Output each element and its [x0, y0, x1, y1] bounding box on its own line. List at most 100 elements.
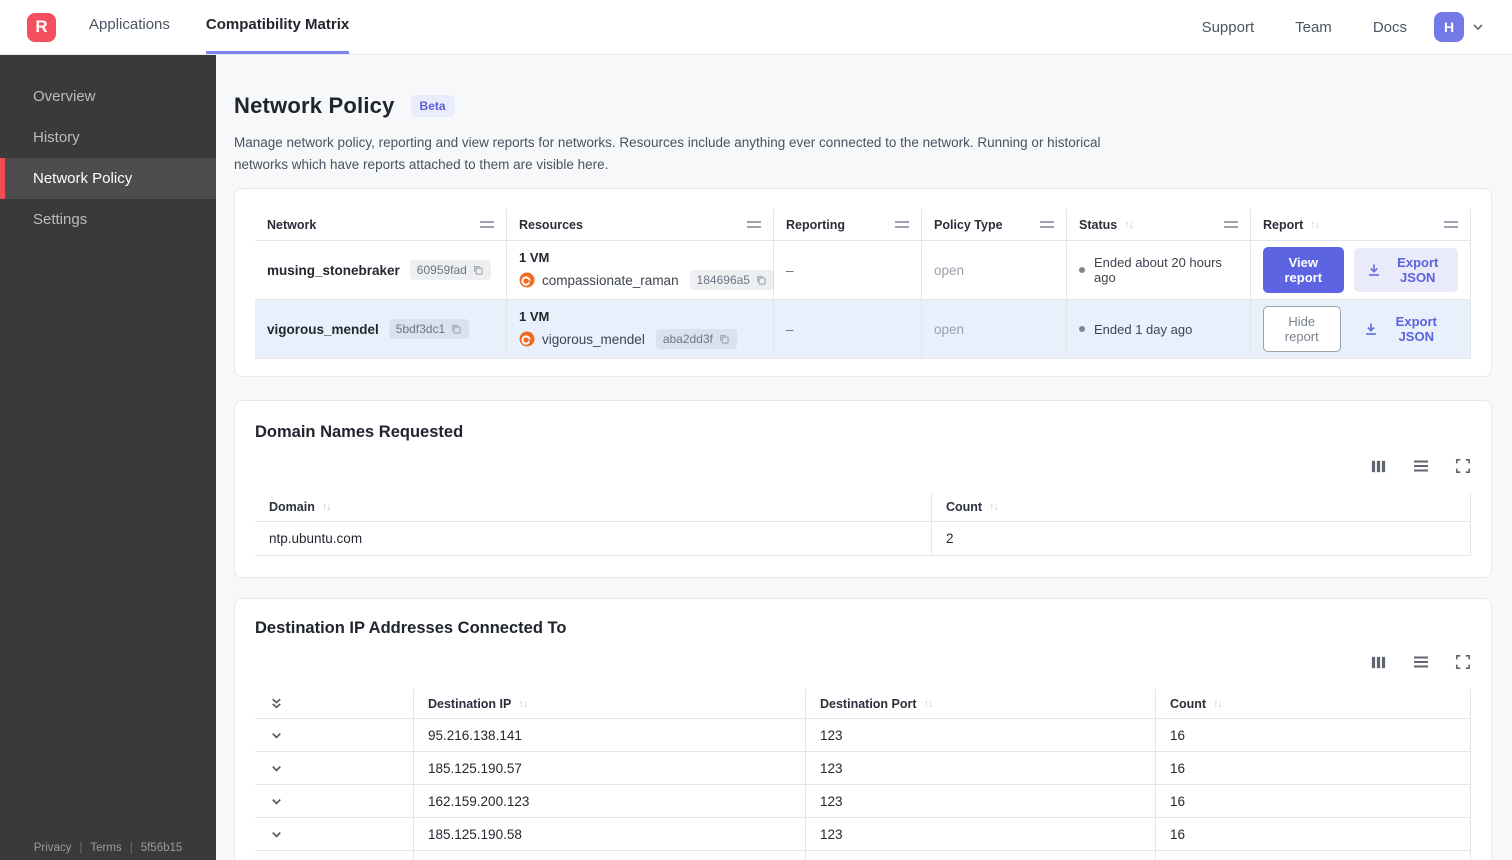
fullscreen-icon[interactable]	[1455, 458, 1471, 474]
domain-card-title: Domain Names Requested	[255, 423, 464, 442]
footer-divider: |	[79, 842, 83, 854]
column-header-report: Report	[1263, 217, 1304, 232]
status-dot-icon	[1079, 326, 1085, 333]
column-menu-icon[interactable]	[480, 221, 494, 229]
row-density-icon[interactable]	[1412, 653, 1430, 671]
count-value: 16	[1170, 793, 1186, 809]
column-menu-icon[interactable]	[1444, 221, 1458, 229]
destination-ip-value: 185.125.190.57	[428, 760, 522, 776]
page-description: Manage network policy, reporting and vie…	[234, 135, 1101, 172]
sidebar-footer: Privacy | Terms | 5f56b15	[0, 842, 216, 854]
sidebar-item-network-policy[interactable]: Network Policy	[0, 158, 216, 199]
export-json-button[interactable]: Export JSON	[1351, 307, 1458, 351]
policy-type-value: open	[934, 262, 965, 278]
network-row: vigorous_mendel 5bdf3dc1 1 VM vigorous_m…	[255, 300, 1471, 360]
copy-icon[interactable]	[450, 323, 462, 335]
column-menu-icon[interactable]	[895, 221, 909, 229]
copy-icon[interactable]	[718, 333, 730, 345]
columns-icon[interactable]	[1370, 458, 1387, 475]
networks-table-card: Network Resources Reporting Policy Type	[234, 188, 1492, 378]
domain-names-card: Domain Names Requested Domain ↑↓ Count ↑…	[234, 400, 1492, 579]
row-expand-icon[interactable]	[269, 794, 284, 809]
ip-row: 185.125.190.58 123 16	[255, 818, 1471, 852]
fullscreen-icon[interactable]	[1455, 654, 1471, 670]
column-menu-icon[interactable]	[1040, 221, 1054, 229]
sort-icon[interactable]: ↑↓	[1124, 219, 1133, 231]
sidebar-item-settings[interactable]: Settings	[0, 199, 216, 240]
vm-id-badge: 184696a5	[689, 270, 774, 291]
column-menu-icon[interactable]	[747, 221, 761, 229]
destination-port-value: 123	[820, 760, 843, 776]
vm-name: vigorous_mendel	[542, 331, 645, 347]
row-expand-icon[interactable]	[269, 761, 284, 776]
sort-icon[interactable]: ↑↓	[989, 501, 998, 513]
top-navbar: R Applications Compatibility Matrix Supp…	[0, 0, 1512, 55]
destination-port-value: 123	[820, 793, 843, 809]
destination-ip-value: 95.216.138.141	[428, 727, 522, 743]
columns-icon[interactable]	[1370, 654, 1387, 671]
ip-row: 95.216.138.141 123 16	[255, 719, 1471, 753]
ip-row: 185.125.190.57 123 16	[255, 752, 1471, 786]
sort-icon[interactable]: ↑↓	[924, 698, 933, 710]
count-value: 2	[946, 531, 954, 547]
view-report-button[interactable]: View report	[1263, 247, 1344, 294]
domains-table: Domain ↑↓ Count ↑↓ ntp.ubuntu.com 2	[255, 493, 1471, 557]
network-id: 60959fad	[416, 263, 467, 278]
reporting-value: –	[786, 262, 794, 278]
sidebar-item-history[interactable]: History	[0, 117, 216, 158]
count-value: 16	[1170, 727, 1186, 743]
vm-os-icon	[519, 331, 535, 347]
privacy-link[interactable]: Privacy	[34, 842, 72, 854]
nav-link-docs[interactable]: Docs	[1373, 19, 1407, 36]
terms-link[interactable]: Terms	[90, 842, 121, 854]
reporting-value: –	[786, 321, 794, 337]
nav-link-team[interactable]: Team	[1295, 19, 1332, 36]
sort-icon[interactable]: ↑↓	[322, 501, 331, 513]
destination-port-value: 123	[820, 826, 843, 842]
user-avatar[interactable]: H	[1434, 12, 1464, 42]
tab-compatibility-matrix[interactable]: Compatibility Matrix	[205, 0, 350, 54]
destination-ip-value: 162.159.200.123	[428, 793, 530, 809]
column-menu-icon[interactable]	[1224, 221, 1238, 229]
status-dot-icon	[1079, 267, 1085, 274]
page-title: Network Policy	[234, 93, 395, 118]
destination-ips-card: Destination IP Addresses Connected To De…	[234, 598, 1492, 860]
sort-icon[interactable]: ↑↓	[1213, 698, 1222, 710]
row-density-icon[interactable]	[1412, 457, 1430, 475]
destination-port-value: 123	[820, 727, 843, 743]
sidebar-item-overview[interactable]: Overview	[0, 76, 216, 117]
ips-table-header: Destination IP ↑↓ Destination Port ↑↓ Co…	[255, 689, 1471, 720]
copy-icon[interactable]	[472, 264, 484, 276]
primary-tabs: Applications Compatibility Matrix	[89, 0, 385, 54]
copy-icon[interactable]	[755, 274, 767, 286]
footer-divider: |	[129, 842, 133, 854]
row-expand-icon[interactable]	[269, 728, 284, 743]
column-header-destination-ip: Destination IP	[428, 696, 512, 711]
sort-icon[interactable]: ↑↓	[1310, 219, 1319, 231]
ips-card-title: Destination IP Addresses Connected To	[255, 619, 567, 638]
ip-row: 95.216.100.21 123 16	[255, 851, 1471, 860]
expand-all-icon[interactable]	[269, 696, 284, 711]
row-expand-icon[interactable]	[269, 827, 284, 842]
domain-card-toolbar	[255, 457, 1471, 475]
app-logo[interactable]: R	[27, 12, 56, 42]
nav-link-support[interactable]: Support	[1202, 19, 1255, 36]
network-name: musing_stonebraker	[267, 262, 400, 278]
count-value: 16	[1170, 760, 1186, 776]
download-icon	[1363, 321, 1379, 337]
vm-id-badge: aba2dd3f	[655, 329, 737, 350]
sort-icon[interactable]: ↑↓	[518, 698, 527, 710]
column-header-count: Count	[1170, 696, 1207, 711]
export-json-button[interactable]: Export JSON	[1353, 248, 1458, 293]
network-id-badge: 5bdf3dc1	[388, 319, 470, 340]
chevron-down-icon[interactable]	[1470, 19, 1486, 35]
column-header-count: Count	[946, 500, 983, 515]
domain-row: ntp.ubuntu.com 2	[255, 522, 1471, 557]
network-name: vigorous_mendel	[267, 321, 379, 337]
navbar-links: Support Team Docs	[1202, 0, 1407, 54]
count-value: 16	[1170, 826, 1186, 842]
policy-type-value: open	[934, 321, 965, 337]
vm-id: aba2dd3f	[662, 332, 713, 347]
hide-report-button[interactable]: Hide report	[1263, 306, 1341, 353]
tab-applications[interactable]: Applications	[89, 0, 170, 54]
